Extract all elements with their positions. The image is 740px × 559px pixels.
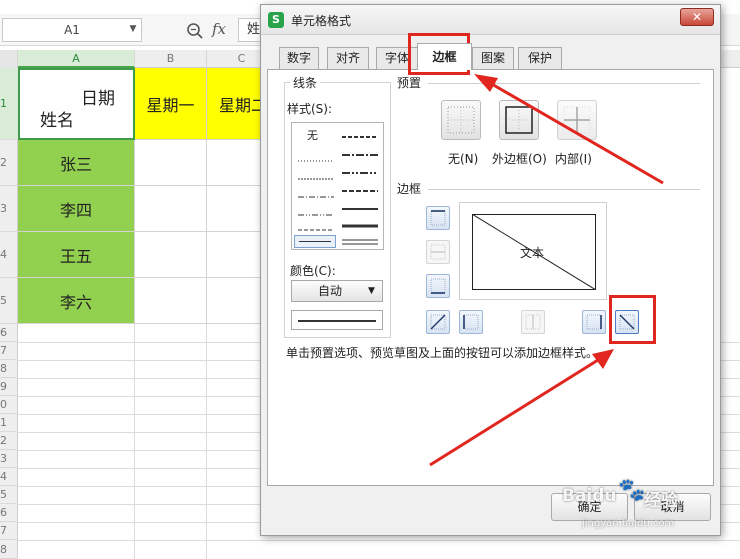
- style-label: 样式(S):: [286, 100, 334, 117]
- column-a-header[interactable]: A: [18, 50, 135, 68]
- border-top-icon: [430, 210, 446, 226]
- cell-a1[interactable]: 日期 姓名: [18, 68, 135, 140]
- border-inner-vertical-icon: [525, 314, 541, 330]
- border-none-icon: [447, 106, 475, 134]
- tab-protection[interactable]: 保护: [518, 47, 562, 69]
- cell-b5[interactable]: [135, 278, 207, 324]
- preset-group-label: 预置: [394, 74, 425, 91]
- hint-text: 单击预置选项、预览草图及上面的按钮可以添加边框样式。: [286, 346, 599, 360]
- border-bottom-button[interactable]: [426, 274, 450, 298]
- fx-icon[interactable]: fx: [212, 20, 226, 38]
- border-inside-icon: [563, 106, 591, 134]
- row-10-header[interactable]: 0: [0, 396, 18, 414]
- row-13-header[interactable]: 3: [0, 450, 18, 468]
- row-18-header[interactable]: 8: [0, 540, 18, 559]
- diagonal-up-icon: [430, 314, 446, 330]
- row-9-header[interactable]: 9: [0, 378, 18, 396]
- row-7-header[interactable]: 7: [0, 342, 18, 360]
- format-cells-dialog: S 单元格格式 ✕ 数字 对齐 字体 边框 图案 保护 线条 样式(S): 无: [260, 4, 721, 536]
- preset-outline-button[interactable]: [499, 100, 539, 140]
- border-inner-vertical-button[interactable]: [521, 310, 545, 334]
- tab-pattern[interactable]: 图案: [472, 47, 514, 69]
- border-group-line: [428, 189, 700, 190]
- row-8-header[interactable]: 8: [0, 360, 18, 378]
- wps-app-icon: S: [268, 12, 284, 28]
- line-group-label: 线条: [290, 74, 321, 91]
- baidu-jingyan-watermark: Baidu 🐾 经验 jingyan.baidu.com: [562, 478, 702, 538]
- close-button[interactable]: ✕: [680, 8, 714, 26]
- row-1-header[interactable]: 1: [0, 68, 18, 140]
- border-left-icon: [463, 314, 479, 330]
- border-top-button[interactable]: [426, 206, 450, 230]
- preset-inside-label: 内部(I): [555, 152, 592, 166]
- baidu-paw-icon: 🐾: [618, 478, 646, 503]
- row-5-header[interactable]: 5: [0, 278, 18, 324]
- cell-a4[interactable]: 王五: [18, 232, 135, 278]
- row-15-header[interactable]: 5: [0, 486, 18, 504]
- border-inner-horizontal-icon: [430, 244, 446, 260]
- border-left-button[interactable]: [459, 310, 483, 334]
- border-right-icon: [586, 314, 602, 330]
- watermark-brand: 经验: [644, 491, 678, 511]
- row-16-header[interactable]: 6: [0, 504, 18, 522]
- cell-b1[interactable]: 星期一: [135, 68, 207, 140]
- tab-alignment[interactable]: 对齐: [327, 47, 369, 69]
- preset-inside-button[interactable]: [557, 100, 597, 140]
- border-group-label: 边框: [394, 180, 425, 197]
- row-6-header[interactable]: 6: [0, 324, 18, 342]
- cell-b3[interactable]: [135, 186, 207, 232]
- watermark-url: jingyan.baidu.com: [582, 518, 675, 529]
- line-style-swatches[interactable]: [292, 123, 383, 249]
- preset-group-line: [428, 83, 700, 84]
- preset-outline-label: 外边框(O): [492, 152, 547, 166]
- line-preview: [291, 310, 383, 330]
- row-4-header[interactable]: 4: [0, 232, 18, 278]
- border-outline-icon: [505, 106, 533, 134]
- border-bottom-icon: [430, 278, 446, 294]
- cell-b2[interactable]: [135, 140, 207, 186]
- magnifier-icon[interactable]: [186, 22, 204, 40]
- row-14-header[interactable]: 4: [0, 468, 18, 486]
- column-b-header[interactable]: B: [135, 50, 207, 68]
- border-tab-panel: 线条 样式(S): 无 颜色(C): 自动 ▼ 预置 无(N) 外边框(O) 内…: [267, 69, 714, 486]
- highlight-diagonal-button: [609, 295, 656, 344]
- row-header: 1 2 3 4 5 6 7 8 9 0 1 2 3 4 5 6 7 8: [0, 68, 18, 559]
- cell-b4[interactable]: [135, 232, 207, 278]
- row-17-header[interactable]: 7: [0, 522, 18, 540]
- row-12-header[interactable]: 2: [0, 432, 18, 450]
- preview-text: 文本: [520, 246, 545, 260]
- name-box[interactable]: A1: [2, 18, 142, 42]
- cell-a2[interactable]: 张三: [18, 140, 135, 186]
- dialog-titlebar[interactable]: S 单元格格式 ✕: [261, 5, 720, 35]
- row-3-header[interactable]: 3: [0, 186, 18, 232]
- watermark-logo: Baidu: [562, 486, 617, 506]
- color-select-value: 自动: [318, 284, 343, 298]
- cell-a1-name-text: 姓名: [40, 111, 74, 131]
- border-right-button[interactable]: [582, 310, 606, 334]
- chevron-down-icon[interactable]: ▼: [126, 18, 140, 40]
- border-diagonal-up-button[interactable]: [426, 310, 450, 334]
- preset-none-label: 无(N): [448, 152, 479, 166]
- preset-none-button[interactable]: [441, 100, 481, 140]
- line-style-selected[interactable]: [294, 235, 336, 248]
- grid-line: [18, 540, 740, 541]
- select-all-corner[interactable]: [0, 50, 18, 68]
- close-icon: ✕: [691, 10, 703, 24]
- border-inner-horizontal-button[interactable]: [426, 240, 450, 264]
- color-select[interactable]: 自动 ▼: [291, 280, 383, 302]
- tab-number[interactable]: 数字: [279, 47, 319, 69]
- border-preview[interactable]: 文本: [459, 202, 607, 300]
- dialog-title: 单元格格式: [291, 14, 352, 28]
- tab-border[interactable]: 边框: [417, 43, 472, 70]
- row-2-header[interactable]: 2: [0, 140, 18, 186]
- line-style-list[interactable]: 无: [291, 122, 384, 250]
- cell-a3[interactable]: 李四: [18, 186, 135, 232]
- color-label: 颜色(C):: [290, 264, 336, 278]
- cell-a5[interactable]: 李六: [18, 278, 135, 324]
- row-11-header[interactable]: 1: [0, 414, 18, 432]
- cell-a1-date-text: 日期: [81, 89, 115, 109]
- chevron-down-icon: ▼: [368, 286, 375, 296]
